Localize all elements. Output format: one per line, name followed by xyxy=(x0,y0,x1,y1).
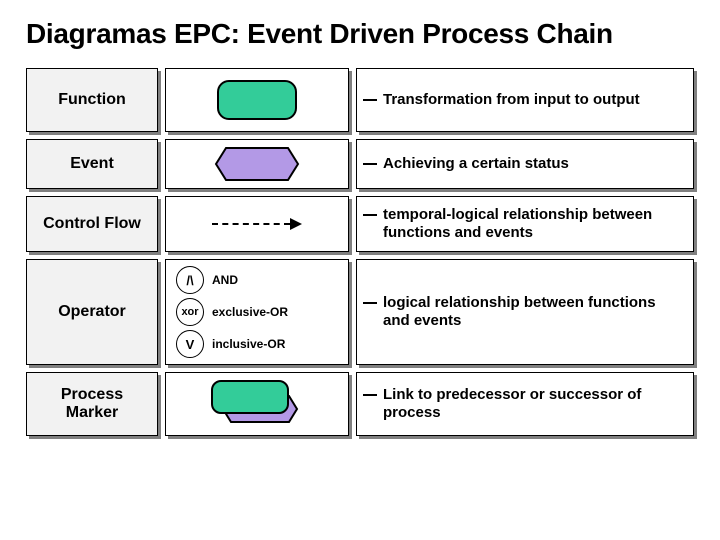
op-or: V inclusive-OR xyxy=(176,330,338,358)
dash-icon xyxy=(363,163,377,165)
desc-operator: logical relationship between functions a… xyxy=(356,259,694,365)
dash-icon xyxy=(363,214,377,216)
dash-icon xyxy=(363,302,377,304)
dash-icon xyxy=(363,99,377,101)
label-function-text: Function xyxy=(58,91,126,109)
desc-control-flow-text: temporal-logical relationship between fu… xyxy=(383,206,683,242)
symbol-operator: /\ AND xor exclusive-OR V inclusive-OR xyxy=(165,259,349,365)
label-control-flow-text: Control Flow xyxy=(43,215,141,233)
desc-operator-text: logical relationship between functions a… xyxy=(383,294,683,330)
label-event: Event xyxy=(26,139,158,189)
row-function: Function Transformation from input to ou… xyxy=(26,68,694,132)
op-or-label: inclusive-OR xyxy=(212,337,285,351)
op-xor: xor exclusive-OR xyxy=(176,298,338,326)
desc-process-marker: Link to predecessor or successor of proc… xyxy=(356,372,694,436)
desc-event-text: Achieving a certain status xyxy=(383,155,569,173)
desc-event: Achieving a certain status xyxy=(356,139,694,189)
row-control-flow: Control Flow temporal-logical relationsh… xyxy=(26,196,694,252)
label-function: Function xyxy=(26,68,158,132)
op-xor-label: exclusive-OR xyxy=(212,305,288,319)
row-process-marker: Process Marker Link to predecessor or su… xyxy=(26,372,694,436)
function-shape-icon xyxy=(217,80,297,120)
symbol-process-marker xyxy=(165,372,349,436)
label-process-marker-text: Process Marker xyxy=(33,386,151,423)
symbol-event xyxy=(165,139,349,189)
event-hexagon-icon xyxy=(214,146,300,182)
page-title: Diagramas EPC: Event Driven Process Chai… xyxy=(26,18,694,50)
label-operator-text: Operator xyxy=(58,303,126,321)
op-xor-circle-icon: xor xyxy=(176,298,204,326)
desc-process-marker-text: Link to predecessor or successor of proc… xyxy=(383,386,683,422)
process-marker-icon xyxy=(211,380,303,428)
dashed-arrow-icon xyxy=(212,218,302,230)
desc-function-text: Transformation from input to output xyxy=(383,91,640,109)
label-process-marker: Process Marker xyxy=(26,372,158,436)
op-and-circle-icon: /\ xyxy=(176,266,204,294)
op-or-circle-icon: V xyxy=(176,330,204,358)
op-and-label: AND xyxy=(212,273,238,287)
desc-control-flow: temporal-logical relationship between fu… xyxy=(356,196,694,252)
legend-table: Function Transformation from input to ou… xyxy=(26,68,694,436)
label-event-text: Event xyxy=(70,155,114,173)
row-event: Event Achieving a certain status xyxy=(26,139,694,189)
op-and: /\ AND xyxy=(176,266,338,294)
label-operator: Operator xyxy=(26,259,158,365)
dash-icon xyxy=(363,394,377,396)
desc-function: Transformation from input to output xyxy=(356,68,694,132)
symbol-function xyxy=(165,68,349,132)
symbol-control-flow xyxy=(165,196,349,252)
label-control-flow: Control Flow xyxy=(26,196,158,252)
row-operator: Operator /\ AND xor exclusive-OR V inclu… xyxy=(26,259,694,365)
